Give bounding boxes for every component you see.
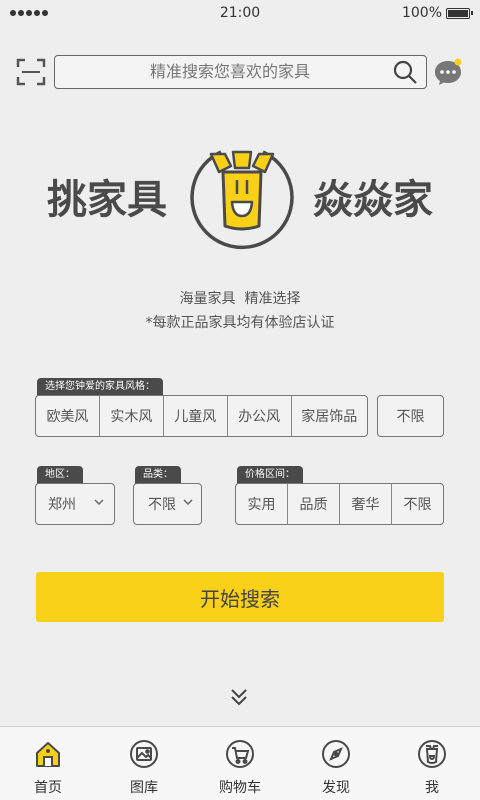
slogan-line-2: *每款正品家具均有体验店认证	[145, 315, 335, 331]
message-icon[interactable]	[433, 57, 463, 87]
nav-item-discover[interactable]: 发现	[288, 727, 384, 800]
style-option-unlimited[interactable]: 不限	[377, 395, 444, 437]
nav-label-gallery: 图库	[130, 780, 158, 796]
style-option-home-decor[interactable]: 家居饰品	[292, 396, 367, 436]
profile-logo-icon	[418, 740, 446, 768]
chevron-down-icon	[94, 499, 104, 506]
logo-left-text: 挑家具	[47, 177, 167, 223]
bottom-nav: 首页 图库 购物车 发现 我	[0, 726, 480, 800]
nav-label-cart: 购物车	[219, 780, 261, 796]
style-option-office[interactable]: 办公风	[228, 396, 292, 436]
nav-item-gallery[interactable]: 图库	[96, 727, 192, 800]
start-search-button[interactable]: 开始搜索	[36, 572, 444, 622]
brand-logo: 挑家具 焱焱家	[45, 140, 435, 260]
logo-mark-icon	[190, 150, 294, 250]
region-value: 郑州	[48, 497, 76, 513]
nav-label-discover: 发现	[322, 780, 350, 796]
slogan-line-1: 海量家具 精准选择	[179, 291, 301, 307]
scan-icon[interactable]	[16, 57, 46, 87]
region-select[interactable]: 郑州	[35, 483, 115, 525]
price-option-practical[interactable]: 实用	[236, 484, 288, 524]
home-icon	[36, 742, 60, 767]
price-filter-label: 价格区间：	[237, 466, 303, 484]
battery-percent: 100%	[401, 5, 442, 21]
nav-item-me[interactable]: 我	[384, 727, 480, 800]
category-select[interactable]: 不限	[133, 483, 202, 525]
search-box	[54, 55, 427, 89]
double-chevron-down-icon[interactable]	[228, 686, 250, 708]
nav-label-me: 我	[425, 780, 439, 796]
battery-icon	[446, 8, 473, 19]
price-filter-group: 实用 品质 奢华 不限	[235, 483, 444, 525]
nav-item-home[interactable]: 首页	[0, 727, 96, 800]
search-icon[interactable]	[392, 59, 418, 85]
gallery-icon	[130, 740, 158, 768]
price-option-quality[interactable]: 品质	[288, 484, 340, 524]
discover-icon	[322, 740, 350, 768]
style-filter-group: 欧美风 实木风 儿童风 办公风 家居饰品	[35, 395, 368, 437]
nav-label-home: 首页	[34, 780, 62, 796]
cart-icon	[226, 740, 254, 768]
logo-right-text: 焱焱家	[313, 177, 433, 223]
style-filter-label: 选择您钟爱的家具风格：	[37, 378, 163, 396]
search-input[interactable]	[55, 56, 385, 87]
region-filter-label: 地区：	[37, 466, 83, 484]
status-bar: 21:00 100%	[0, 0, 480, 28]
style-option-kids[interactable]: 儿童风	[164, 396, 228, 436]
price-option-unlimited[interactable]: 不限	[392, 484, 443, 524]
chevron-down-icon	[183, 499, 193, 506]
style-option-european[interactable]: 欧美风	[36, 396, 100, 436]
category-filter-label: 品类：	[135, 466, 181, 484]
style-option-solid-wood[interactable]: 实木风	[100, 396, 164, 436]
category-value: 不限	[148, 497, 176, 513]
price-option-luxury[interactable]: 奢华	[340, 484, 392, 524]
nav-item-cart[interactable]: 购物车	[192, 727, 288, 800]
